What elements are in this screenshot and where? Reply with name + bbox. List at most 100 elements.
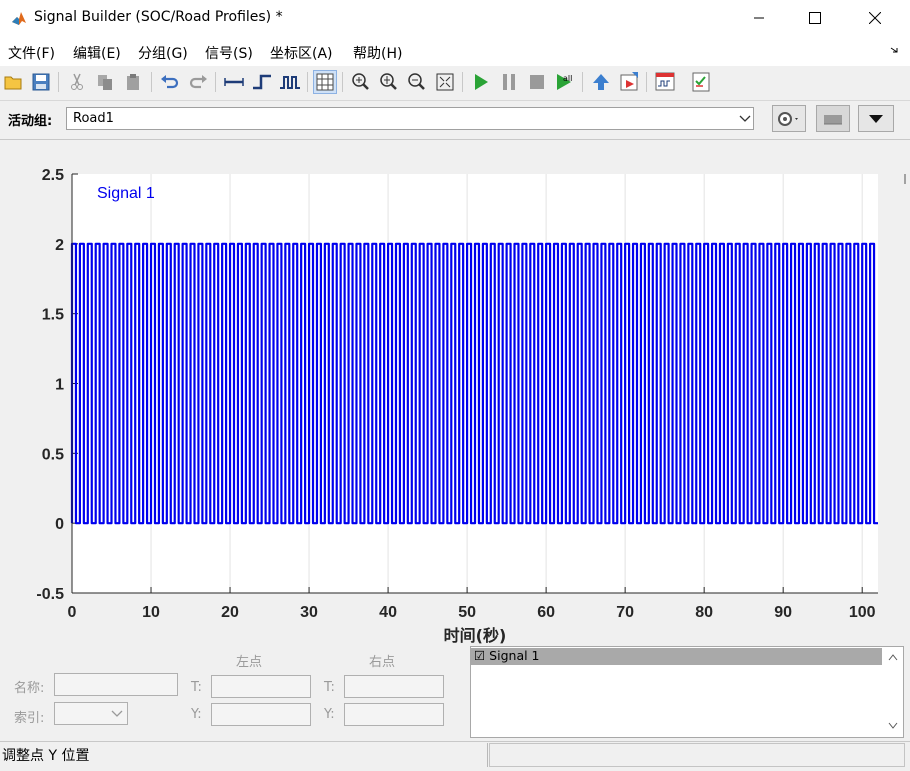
scope-button[interactable] xyxy=(653,70,677,94)
verify-icon xyxy=(692,72,710,92)
right-y-field[interactable] xyxy=(344,703,444,726)
menu-file[interactable]: 文件(F) xyxy=(8,43,55,63)
redo-button[interactable] xyxy=(186,70,210,94)
scroll-up-icon[interactable] xyxy=(888,654,898,661)
paste-button[interactable] xyxy=(121,70,145,94)
signal-list-scrollbar[interactable] xyxy=(883,647,903,737)
menu-group[interactable]: 分组(G) xyxy=(138,43,188,63)
menu-overflow-icon[interactable] xyxy=(890,44,900,59)
up-arrow-button[interactable] xyxy=(589,70,613,94)
paste-icon xyxy=(127,74,139,90)
right-t-label: T: xyxy=(324,680,335,695)
constant-button[interactable] xyxy=(222,70,246,94)
open-button[interactable] xyxy=(2,70,26,94)
legend-signal-1: Signal 1 xyxy=(97,185,155,202)
save-button[interactable] xyxy=(29,70,53,94)
left-y-label: Y: xyxy=(191,707,202,722)
stop-button[interactable] xyxy=(525,70,549,94)
x-tick-label: 80 xyxy=(695,604,713,621)
left-y-field[interactable] xyxy=(211,703,311,726)
open-icon xyxy=(4,76,22,90)
left-point-header: 左点 xyxy=(236,655,263,670)
name-label: 名称: xyxy=(14,681,45,696)
close-button[interactable] xyxy=(852,0,898,36)
menu-bar xyxy=(0,36,910,66)
chevron-down-icon[interactable] xyxy=(736,108,753,129)
menu-signal[interactable]: 信号(S) xyxy=(205,43,253,63)
copy-icon xyxy=(98,75,112,90)
y-tick-label: 1 xyxy=(55,377,64,394)
scroll-down-icon[interactable] xyxy=(888,722,898,729)
zoom-x-button[interactable] xyxy=(349,70,373,94)
save-icon xyxy=(32,73,50,91)
export-button[interactable] xyxy=(617,70,641,94)
step-button[interactable] xyxy=(250,70,274,94)
verify-button[interactable] xyxy=(689,70,713,94)
signal-name-field[interactable] xyxy=(54,673,178,696)
step-icon xyxy=(253,74,271,90)
y-tick-label: 2 xyxy=(55,237,64,254)
minimize-button[interactable] xyxy=(736,0,782,36)
export-icon xyxy=(620,72,638,91)
zoom-y-icon xyxy=(380,73,397,90)
signal-list-item[interactable]: ☑ Signal 1 xyxy=(471,648,882,665)
axes-button[interactable] xyxy=(816,105,850,132)
group-dropdown-button[interactable] xyxy=(858,105,894,132)
y-tick-label: 0.5 xyxy=(42,446,64,463)
chevron-down-icon xyxy=(111,710,123,717)
constant-icon xyxy=(224,78,244,86)
redo-icon xyxy=(189,75,207,89)
y-tick-label: 1.5 xyxy=(42,307,64,324)
matlab-logo-icon xyxy=(10,9,28,27)
pulse-button[interactable] xyxy=(278,70,302,94)
close-icon xyxy=(869,12,881,24)
menu-edit[interactable]: 编辑(E) xyxy=(73,43,121,63)
signal-index-select[interactable] xyxy=(54,702,128,725)
settings-button[interactable] xyxy=(772,105,806,132)
left-t-field[interactable] xyxy=(211,675,311,698)
svg-text:all: all xyxy=(563,74,572,83)
copy-button[interactable] xyxy=(93,70,117,94)
zoom-y-button[interactable] xyxy=(377,70,401,94)
x-tick-label: 50 xyxy=(458,604,476,621)
stop-icon xyxy=(530,75,544,89)
right-t-field[interactable] xyxy=(344,675,444,698)
window-title: Signal Builder (SOC/Road Profiles) * xyxy=(34,9,283,25)
x-tick-label: 90 xyxy=(774,604,792,621)
run-all-button[interactable]: all xyxy=(553,70,577,94)
x-tick-label: 30 xyxy=(300,604,318,621)
pause-icon xyxy=(503,74,515,90)
x-axis-label: 时间(秒) xyxy=(444,626,507,645)
triangle-down-icon xyxy=(869,114,883,123)
grid-toggle-icon xyxy=(316,73,334,91)
zoom-out-icon xyxy=(408,73,425,90)
pause-button[interactable] xyxy=(497,70,521,94)
menu-axes[interactable]: 坐标区(A) xyxy=(270,43,333,63)
y-tick-label: 0 xyxy=(55,516,64,533)
right-y-label: Y: xyxy=(324,707,335,722)
x-tick-label: 70 xyxy=(616,604,634,621)
right-point-header: 右点 xyxy=(369,655,396,670)
fit-icon xyxy=(436,73,454,91)
grid-toggle-button[interactable] xyxy=(313,70,337,94)
cut-icon xyxy=(71,73,83,90)
x-tick-label: 100 xyxy=(849,604,876,621)
y-tick-label: 2.5 xyxy=(42,167,64,184)
undo-button[interactable] xyxy=(158,70,182,94)
active-group-value: Road1 xyxy=(73,111,114,126)
status-right-panel xyxy=(489,743,905,767)
x-tick-label: 40 xyxy=(379,604,397,621)
x-tick-label: 60 xyxy=(537,604,555,621)
minimize-icon xyxy=(754,17,764,19)
signal-chart[interactable]: 0 10 20 30 40 50 60 70 80 90 100-0.500.511.522.5Si… xyxy=(0,146,910,646)
maximize-button[interactable] xyxy=(792,0,838,36)
play-button[interactable] xyxy=(469,70,493,94)
cut-button[interactable] xyxy=(65,70,89,94)
status-text: 调整点 Y 位置 xyxy=(2,748,90,764)
fit-button[interactable] xyxy=(433,70,457,94)
active-group-select[interactable]: Road1 xyxy=(66,107,754,130)
x-tick-label: 0 xyxy=(68,604,77,621)
zoom-out-button[interactable] xyxy=(405,70,429,94)
menu-help[interactable]: 帮助(H) xyxy=(353,43,402,63)
x-tick-label: 20 xyxy=(221,604,239,621)
